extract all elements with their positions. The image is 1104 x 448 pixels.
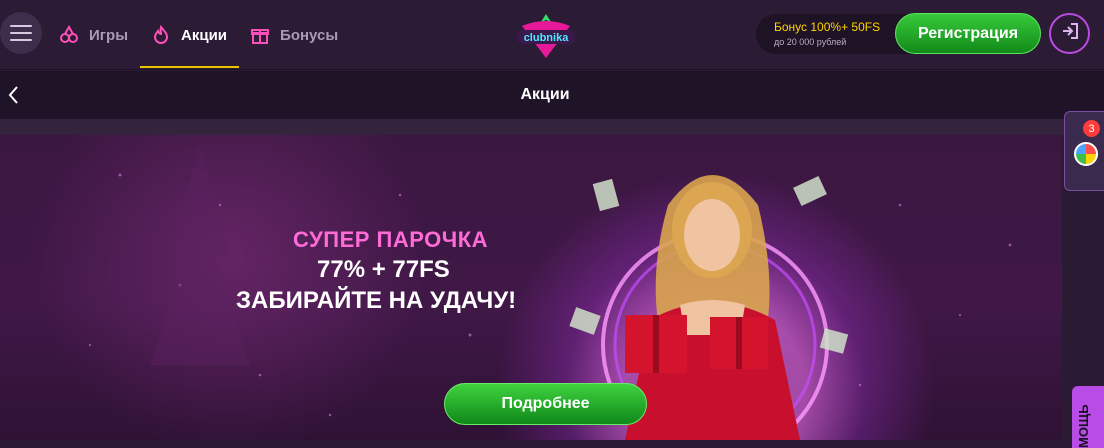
promo-tagline: ЗАБИРАЙТЕ НА УДАЧУ! (236, 287, 517, 314)
main-nav: Игры Акции Бонусы (58, 0, 360, 70)
top-header: Игры Акции Бонусы clubnika Бонус 100%+ 5… (0, 0, 1104, 70)
menu-icon-bar (10, 39, 32, 41)
promo-banner[interactable]: СУПЕР ПАРОЧКА 77% + 77FS ЗАБИРАЙТЕ НА УД… (0, 135, 1062, 440)
menu-button[interactable] (0, 12, 42, 54)
help-tab[interactable]: МОЩЬ (1072, 386, 1104, 448)
promo-title: СУПЕР ПАРОЧКА (293, 227, 489, 252)
nav-label: Игры (89, 26, 129, 44)
woman-illustration (625, 175, 800, 440)
login-button[interactable] (1049, 13, 1090, 54)
login-icon (1060, 21, 1080, 46)
clubnika-logo[interactable]: clubnika (514, 8, 578, 60)
cherries-icon (58, 24, 80, 46)
nav-item-games[interactable]: Игры (58, 0, 128, 70)
nav-label: Бонусы (280, 26, 339, 44)
gift-icon (249, 24, 271, 46)
logo-text: clubnika (524, 32, 570, 44)
nav-item-bonuses[interactable]: Бонусы (249, 0, 338, 70)
details-button[interactable]: Подробнее (444, 383, 647, 425)
menu-icon-bar (10, 32, 32, 34)
nav-label: Акции (181, 26, 228, 44)
register-button[interactable]: Регистрация (895, 13, 1041, 54)
fortune-wheel-icon (1074, 142, 1098, 166)
help-label: МОЩЬ (1076, 404, 1091, 448)
nav-item-promotions[interactable]: Акции (140, 0, 240, 70)
fortune-wheel-widget[interactable]: 3 (1064, 111, 1104, 191)
flame-icon (150, 24, 172, 46)
notification-badge: 3 (1083, 120, 1100, 137)
page-subbar: Акции (0, 71, 1104, 119)
page-title: Акции (520, 86, 570, 103)
menu-icon-bar (10, 25, 32, 27)
divider (0, 119, 1104, 135)
promo-offer: 77% + 77FS (317, 256, 450, 283)
bottom-strip (0, 440, 1104, 448)
